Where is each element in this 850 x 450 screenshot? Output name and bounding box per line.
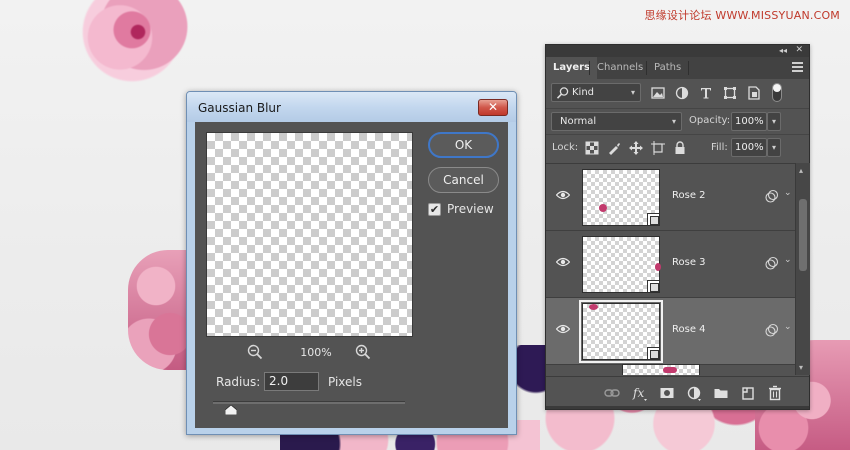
layers-bottom-toolbar: fx [546, 376, 809, 409]
layer-row[interactable]: Rose 3 ⌄ [546, 231, 795, 298]
rose-mark [599, 204, 607, 212]
shape-filter-icon[interactable] [722, 85, 738, 101]
delete-layer-icon[interactable] [767, 385, 783, 401]
layer-row-selected[interactable]: Rose 4 ⌄ [546, 298, 795, 365]
search-icon [556, 87, 569, 99]
chevron-down-icon[interactable]: ▾ [767, 112, 781, 131]
lock-image-pixels-icon[interactable] [607, 141, 621, 155]
layer-thumbnail [582, 236, 661, 293]
svg-text:fx: fx [632, 386, 644, 400]
layer-name: Rose 2 [672, 190, 706, 201]
preview-label: Preview [447, 202, 494, 216]
layer-effects-icon[interactable] [765, 256, 779, 270]
radius-slider-track[interactable] [213, 401, 405, 404]
chevron-down-icon[interactable]: ⌄ [784, 322, 792, 332]
layer-thumbnail [579, 300, 663, 363]
ok-button[interactable]: OK [428, 132, 499, 158]
link-layers-icon[interactable] [604, 385, 620, 401]
chevron-down-icon: ▾ [630, 88, 635, 97]
zoom-level: 100% [300, 346, 332, 359]
scroll-down-icon[interactable]: ▾ [799, 363, 803, 372]
tab-divider [688, 61, 689, 75]
lock-row: Lock: Fill: 100% ▾ [546, 134, 809, 160]
layer-name: Rose 4 [672, 324, 706, 335]
adjustment-filter-icon[interactable] [674, 85, 690, 101]
layer-effects-icon[interactable] [765, 323, 779, 337]
zoom-out-icon[interactable] [247, 344, 263, 360]
chevron-down-icon: ▾ [671, 117, 676, 126]
cancel-button[interactable]: Cancel [428, 167, 499, 193]
filter-toggle[interactable] [772, 83, 782, 102]
rose-mark [589, 304, 598, 310]
blend-mode-row: Normal ▾ Opacity: 100% ▾ [546, 108, 809, 132]
new-layer-icon[interactable] [740, 385, 756, 401]
panel-bottom-edge [546, 406, 809, 409]
dialog-titlebar[interactable]: Gaussian Blur ✕ [187, 92, 516, 122]
radius-unit-label: Pixels [328, 375, 363, 389]
layers-panel: ◂◂ ✕ Layers Channels Paths Kind ▾ Normal… [545, 44, 810, 410]
eye-icon[interactable] [556, 190, 570, 200]
layer-effects-icon[interactable] [765, 189, 779, 203]
lock-all-icon[interactable] [673, 141, 687, 155]
panel-tabs: Layers Channels Paths [546, 57, 809, 79]
watermark: 思缘设计论坛 WWW.MISSYUAN.COM [644, 9, 840, 22]
chevron-down-icon[interactable]: ⌄ [784, 188, 792, 198]
chevron-down-icon[interactable]: ⌄ [784, 255, 792, 265]
new-group-icon[interactable] [713, 385, 729, 401]
dialog-title: Gaussian Blur [198, 101, 281, 115]
lock-position-icon[interactable] [629, 141, 643, 155]
scroll-up-icon[interactable]: ▴ [799, 166, 803, 175]
tab-channels[interactable]: Channels [590, 57, 650, 79]
radius-slider-handle[interactable] [225, 405, 237, 415]
chevron-down-icon[interactable]: ▾ [767, 138, 781, 157]
radius-label: Radius: [216, 375, 261, 389]
rose-artwork [72, 0, 192, 86]
layer-filter-row: Kind ▾ [546, 80, 809, 106]
lock-transparent-pixels-icon[interactable] [585, 141, 599, 155]
layer-thumbnail-partial [622, 364, 700, 375]
smart-object-badge-icon [647, 280, 659, 292]
collapse-panel-icon[interactable]: ◂◂ [779, 46, 787, 55]
rose-mark [663, 367, 677, 373]
filter-kind-label: Kind [572, 87, 595, 98]
scrollbar-thumb[interactable] [799, 199, 807, 271]
radius-input[interactable]: 2.0 [264, 372, 319, 391]
opacity-label: Opacity: [689, 115, 731, 126]
blur-preview-area[interactable] [206, 132, 413, 337]
layer-name: Rose 3 [672, 257, 706, 268]
smart-object-filter-icon[interactable] [746, 85, 762, 101]
fx-icon[interactable]: fx [632, 385, 648, 401]
zoom-in-icon[interactable] [355, 344, 371, 360]
lock-label: Lock: [552, 142, 579, 153]
tab-paths[interactable]: Paths [647, 57, 688, 79]
add-mask-icon[interactable] [659, 385, 675, 401]
blend-mode-select[interactable]: Normal ▾ [551, 112, 682, 131]
panel-header-bar[interactable]: ◂◂ ✕ [546, 45, 809, 57]
lock-artboard-icon[interactable] [651, 141, 665, 155]
eye-icon[interactable] [556, 257, 570, 267]
adjustment-layer-icon[interactable] [686, 385, 702, 401]
close-panel-icon[interactable]: ✕ [795, 45, 803, 55]
rose-mark [655, 263, 661, 271]
dialog-body: OK Cancel ✔ Preview 100% Radius: 2.0 Pix… [195, 122, 508, 428]
blend-mode-value: Normal [560, 116, 597, 127]
layer-thumbnail [582, 169, 660, 226]
gaussian-blur-dialog: Gaussian Blur ✕ OK Cancel ✔ Preview 100%… [186, 91, 517, 435]
close-icon[interactable]: ✕ [478, 99, 508, 116]
smart-object-badge-icon [647, 347, 659, 359]
layers-scrollbar[interactable]: ▴ ▾ [795, 163, 810, 375]
opacity-input[interactable]: 100% [731, 112, 767, 131]
image-filter-icon[interactable] [650, 85, 666, 101]
eye-icon[interactable] [556, 324, 570, 334]
panel-menu-icon[interactable] [792, 62, 803, 72]
filter-kind-select[interactable]: Kind ▾ [551, 83, 641, 102]
layer-row[interactable]: Rose 2 ⌄ [546, 164, 795, 231]
preview-checkbox[interactable]: ✔ [428, 203, 441, 216]
layers-list: Rose 2 ⌄ Rose 3 ⌄ Rose 4 ⌄ [546, 163, 795, 375]
fill-input[interactable]: 100% [731, 138, 767, 157]
smart-object-badge-icon [647, 213, 659, 225]
type-filter-icon[interactable] [698, 85, 714, 101]
fill-label: Fill: [711, 142, 728, 153]
